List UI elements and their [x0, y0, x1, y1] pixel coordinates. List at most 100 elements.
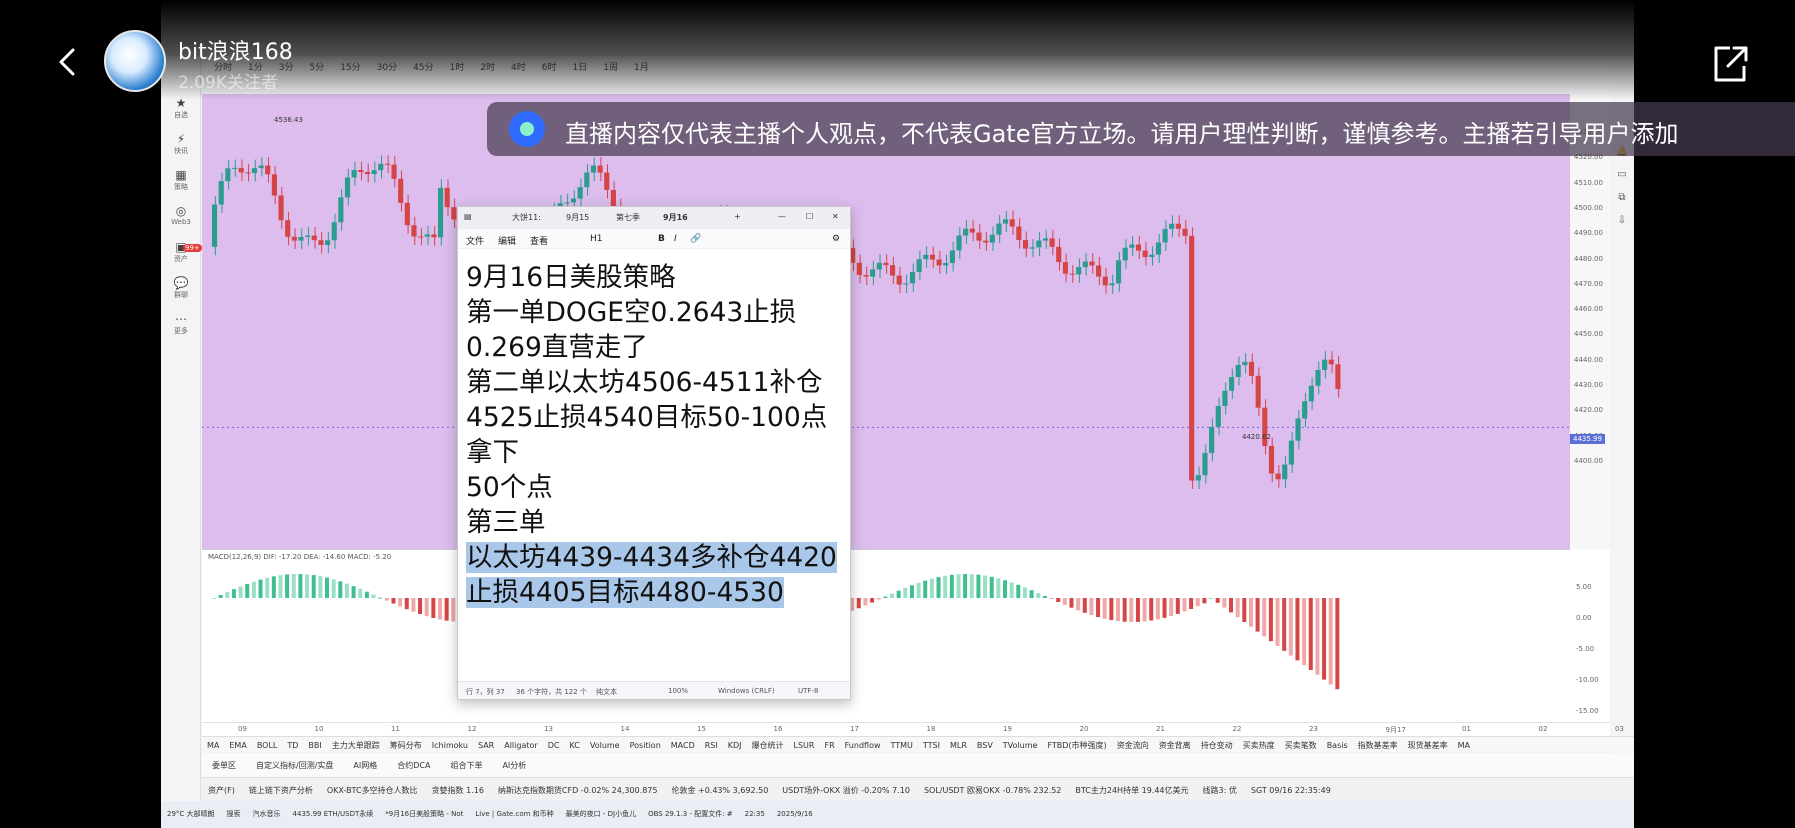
layout-icon[interactable]: ▭ [1610, 169, 1634, 180]
timeframe-item[interactable]: 15分 [340, 60, 360, 73]
streamer-name[interactable]: bit浪浪168 [178, 34, 293, 66]
share-button[interactable] [1708, 42, 1752, 86]
indicator-item[interactable]: RSI [705, 741, 718, 750]
link-icon[interactable]: 🔗 [690, 234, 701, 244]
menu-edit[interactable]: 编辑 [498, 234, 516, 247]
indicator-item[interactable]: Fundflow [845, 741, 881, 750]
indicator-item[interactable]: 主力大单跟踪 [332, 740, 380, 751]
tab-active[interactable]: 9月16 [663, 212, 688, 223]
taskbar-item[interactable]: OBS 29.1.3 - 配置文件: # [648, 809, 733, 819]
indicator-item[interactable]: Basis [1327, 741, 1348, 750]
sidebar-item[interactable]: ▦ 策略 [165, 168, 197, 192]
indicator-item[interactable]: DC [548, 741, 560, 750]
taskbar-item[interactable]: 29°C 大部晴朗 [167, 809, 215, 819]
sidebar-item[interactable]: ◎ Web3 [165, 204, 197, 226]
candle-body [1295, 418, 1301, 441]
indicator-item[interactable]: EMA [229, 741, 246, 750]
sidebar-item[interactable]: ⋯ 更多 [165, 312, 197, 336]
indicator-item[interactable]: 买卖笔数 [1285, 740, 1317, 751]
timeframe-item[interactable]: 1周 [603, 60, 618, 73]
close-icon[interactable]: ✕ [832, 212, 839, 221]
taskbar-item[interactable]: 搜索 [227, 809, 241, 819]
layers-icon[interactable]: ⧉ [1610, 192, 1634, 203]
taskbar-item[interactable]: Live | Gate.com 和币种 [475, 809, 553, 819]
sidebar-item[interactable]: ⚡ 快讯 [165, 132, 197, 156]
price-label: 4440.00 [1574, 355, 1603, 364]
timeframe-item[interactable]: 1时 [450, 60, 465, 73]
date-label: 15 [697, 725, 706, 733]
taskbar-item[interactable]: 2025/9/16 [777, 810, 813, 818]
indicator-item[interactable]: Volume [590, 741, 620, 750]
add-tab-icon[interactable]: + [734, 212, 741, 221]
indicator-item[interactable]: KDJ [728, 741, 742, 750]
notepad-content[interactable]: 9月16日美股策略 第一单DOGE空0.2643止损 0.269直营走了 第二单… [466, 260, 846, 610]
indicator-item[interactable]: 资金流向 [1117, 740, 1149, 751]
candle-body [1335, 364, 1341, 390]
tab-2[interactable]: 9月15 [566, 212, 589, 223]
italic-icon[interactable]: I [674, 234, 677, 244]
streamer-avatar[interactable] [104, 30, 166, 92]
timeframe-item[interactable]: 45分 [413, 60, 433, 73]
indicator-item[interactable]: Position [630, 741, 661, 750]
indicator-item[interactable]: TTSI [923, 741, 940, 750]
taskbar-item[interactable]: 最美的夜口 - DJ小鱼儿 [566, 809, 636, 819]
indicator-item[interactable]: MACD [671, 741, 695, 750]
maximize-icon[interactable]: ☐ [806, 212, 813, 221]
menu-view[interactable]: 查看 [530, 234, 548, 247]
back-button[interactable] [48, 42, 88, 82]
download-icon[interactable]: ⇩ [1610, 215, 1634, 226]
bottom-tab[interactable]: 合约DCA [397, 760, 430, 771]
timeframe-item[interactable]: 6时 [542, 60, 557, 73]
indicator-item[interactable]: BOLL [257, 741, 278, 750]
bold-icon[interactable]: B [658, 234, 665, 244]
bottom-tab[interactable]: AI分析 [502, 760, 526, 771]
settings-icon[interactable]: ⚙ [832, 234, 840, 244]
indicator-item[interactable]: 爆仓统计 [752, 740, 784, 751]
timeframe-item[interactable]: 30分 [377, 60, 397, 73]
indicator-item[interactable]: SAR [478, 741, 494, 750]
taskbar-item[interactable]: *9月16日美股策略 - Not [385, 809, 463, 819]
indicator-item[interactable]: MA [1458, 741, 1470, 750]
timeframe-item[interactable]: 2时 [480, 60, 495, 73]
indicator-item[interactable]: Ichimoku [432, 741, 468, 750]
candle-body [1009, 219, 1015, 227]
taskbar-item[interactable]: 4435.99 ETH/USDT永续 [293, 809, 374, 819]
indicator-item[interactable]: FR [824, 741, 834, 750]
price-chart[interactable]: 4536.43 4420.62 [202, 94, 1570, 549]
indicator-item[interactable]: TD [287, 741, 298, 750]
tab-1[interactable]: 大饼11: [512, 212, 541, 223]
indicator-item[interactable]: MA [207, 741, 219, 750]
minimize-icon[interactable]: — [778, 212, 786, 221]
taskbar-item[interactable]: 汽水音乐 [253, 809, 281, 819]
indicator-item[interactable]: Alligator [504, 741, 537, 750]
timeframe-item[interactable]: 1日 [573, 60, 588, 73]
tab-3[interactable]: 第七季 [616, 212, 640, 223]
indicator-item[interactable]: FTBD(市种强度) [1047, 740, 1106, 751]
bottom-tab[interactable]: 委单区 [212, 760, 236, 771]
indicator-item[interactable]: BSV [977, 741, 993, 750]
indicator-item[interactable]: TTMU [891, 741, 913, 750]
sidebar-item[interactable]: ★ 自选 [165, 96, 197, 120]
indicator-item[interactable]: 现货基差率 [1408, 740, 1448, 751]
timeframe-item[interactable]: 5分 [309, 60, 324, 73]
indicator-item[interactable]: MLR [950, 741, 967, 750]
indicator-item[interactable]: LSUR [794, 741, 815, 750]
indicator-item[interactable]: 指数基差率 [1358, 740, 1398, 751]
sidebar-item[interactable]: 💬 群聊 [165, 276, 197, 300]
timeframe-item[interactable]: 4时 [511, 60, 526, 73]
heading-select[interactable]: H1 [590, 234, 603, 244]
indicator-item[interactable]: 筹码分布 [390, 740, 422, 751]
menu-file[interactable]: 文件 [466, 234, 484, 247]
indicator-item[interactable]: BBI [308, 741, 321, 750]
bottom-tab[interactable]: 组合下单 [450, 760, 482, 771]
taskbar-item[interactable]: 22:35 [745, 810, 765, 818]
bottom-tab[interactable]: 自定义指标/回测/实盘 [256, 760, 333, 771]
indicator-item[interactable]: KC [569, 741, 579, 750]
indicator-item[interactable]: TVolume [1003, 741, 1038, 750]
bottom-tab[interactable]: AI网格 [353, 760, 377, 771]
indicator-item[interactable]: 持仓变动 [1201, 740, 1233, 751]
indicator-item[interactable]: 买卖热度 [1243, 740, 1275, 751]
notepad-window[interactable]: ▤ 大饼11: 9月15 第七季 9月16 + — ☐ ✕ 文件 编辑 查看 H… [457, 206, 851, 700]
indicator-item[interactable]: 资金背离 [1159, 740, 1191, 751]
timeframe-item[interactable]: 1月 [634, 60, 649, 73]
